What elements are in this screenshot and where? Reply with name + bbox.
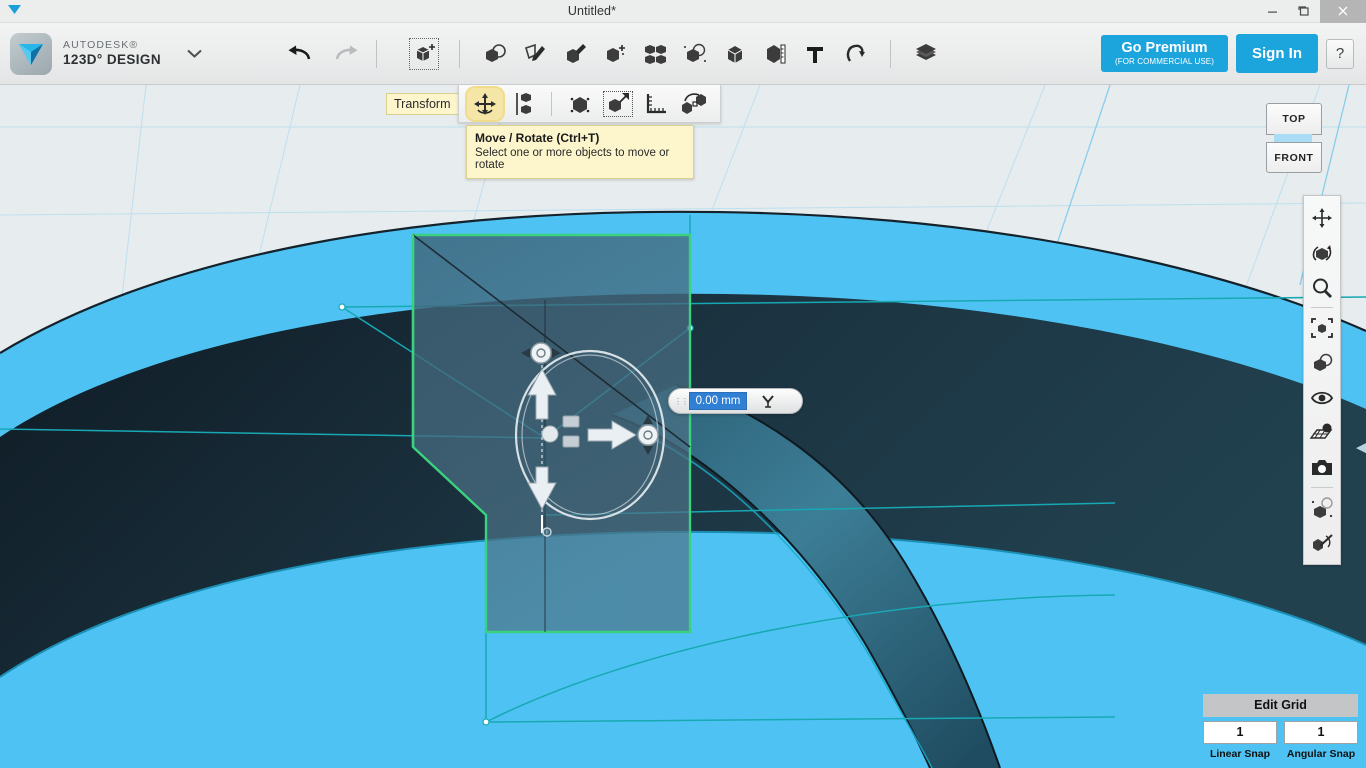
dimension-input-widget[interactable]: ⋮⋮ 0.00 mm	[668, 388, 803, 414]
navigation-bar	[1303, 195, 1341, 565]
nav-zoom[interactable]	[1304, 270, 1340, 305]
tool-pattern[interactable]	[636, 34, 674, 74]
angular-snap-group: 1 Angular Snap	[1284, 721, 1358, 760]
nav-divider-2	[1311, 487, 1333, 488]
window-controls	[1256, 0, 1366, 23]
tool-text[interactable]	[796, 34, 834, 74]
history-buttons	[284, 39, 362, 69]
dimension-value-input[interactable]: 0.00 mm	[689, 392, 747, 410]
nav-hide[interactable]	[1304, 490, 1340, 525]
linear-snap-group: 1 Linear Snap	[1203, 721, 1277, 760]
window-title: Untitled*	[28, 4, 1256, 18]
nav-pan[interactable]	[1304, 200, 1340, 235]
tooltip-title: Move / Rotate (Ctrl+T)	[475, 131, 685, 145]
app-caret-icon[interactable]	[0, 5, 28, 17]
subtoolbar-divider	[551, 92, 552, 116]
chevron-down-icon[interactable]	[187, 46, 202, 61]
tool-divider-1	[459, 40, 460, 68]
tool-sketch[interactable]	[516, 34, 554, 74]
nav-grid-snap[interactable]	[1304, 415, 1340, 450]
brand-company: AUTODESK®	[63, 40, 161, 52]
maximize-button[interactable]	[1288, 0, 1320, 23]
close-button[interactable]	[1320, 0, 1366, 23]
subtool-move-rotate[interactable]	[467, 88, 503, 120]
brand-text: AUTODESK® 123D° DESIGN	[63, 40, 161, 67]
subtool-smart-scale[interactable]	[562, 88, 598, 120]
tool-primitives[interactable]	[405, 34, 443, 74]
sign-in-button[interactable]: Sign In	[1236, 34, 1318, 73]
go-premium-label: Go Premium	[1115, 41, 1214, 56]
nav-display[interactable]	[1304, 380, 1340, 415]
viewport-3d[interactable]: Transform	[0, 85, 1366, 768]
brand-product: 123D° DESIGN	[63, 52, 161, 67]
tool-modify[interactable]	[596, 34, 634, 74]
model-scene	[0, 85, 1366, 768]
subtool-measure[interactable]	[638, 88, 674, 120]
linear-snap-input[interactable]: 1	[1203, 721, 1277, 744]
go-premium-sublabel: (FOR COMMERCIAL USE)	[1115, 58, 1214, 66]
tool-construct[interactable]	[556, 34, 594, 74]
panel-collapse-arrow-icon[interactable]: ◀	[1356, 437, 1366, 459]
redo-button[interactable]	[332, 39, 362, 69]
account-actions: Go Premium (FOR COMMERCIAL USE) Sign In …	[1101, 34, 1366, 73]
go-premium-button[interactable]: Go Premium (FOR COMMERCIAL USE)	[1101, 35, 1228, 72]
nav-orbit[interactable]	[1304, 235, 1340, 270]
brand-area[interactable]: AUTODESK® 123D° DESIGN	[0, 33, 202, 75]
tool-grouping[interactable]	[676, 34, 714, 74]
view-cube[interactable]: TOP FRONT	[1266, 103, 1328, 175]
subtool-align[interactable]	[505, 88, 541, 120]
linear-snap-label: Linear Snap	[1203, 748, 1277, 760]
tool-divider-2	[890, 40, 891, 68]
tool-transform[interactable]	[716, 34, 754, 74]
main-toolbar: AUTODESK® 123D° DESIGN	[0, 23, 1366, 85]
title-bar: Untitled*	[0, 0, 1366, 23]
tool-group-primary	[405, 34, 945, 74]
angular-snap-label: Angular Snap	[1284, 748, 1358, 760]
tooltip-description: Select one or more objects to move or ro…	[475, 147, 685, 171]
view-cube-top[interactable]: TOP	[1266, 103, 1322, 135]
subtool-scale[interactable]	[600, 88, 636, 120]
edit-grid-panel: Edit Grid 1 Linear Snap 1 Angular Snap	[1203, 694, 1358, 760]
subtool-pattern[interactable]	[676, 88, 712, 120]
nav-divider-1	[1311, 307, 1333, 308]
drag-grip-icon[interactable]: ⋮⋮	[673, 397, 689, 406]
angular-snap-input[interactable]: 1	[1284, 721, 1358, 744]
tool-snap[interactable]	[836, 34, 874, 74]
help-button[interactable]: ?	[1326, 39, 1354, 69]
tooltip: Move / Rotate (Ctrl+T) Select one or mor…	[466, 125, 694, 179]
toolbar-divider	[376, 40, 377, 68]
transform-label: Transform	[386, 93, 459, 115]
app-root: Untitled*	[0, 0, 1366, 768]
minimize-button[interactable]	[1256, 0, 1288, 23]
lock-icon[interactable]	[753, 392, 783, 410]
nav-show-all[interactable]	[1304, 525, 1340, 560]
nav-camera[interactable]	[1304, 450, 1340, 485]
tool-materials[interactable]	[907, 34, 945, 74]
view-cube-front[interactable]: FRONT	[1266, 142, 1322, 173]
autodesk-logo-icon	[10, 33, 52, 75]
edit-grid-title[interactable]: Edit Grid	[1203, 694, 1358, 717]
undo-button[interactable]	[284, 39, 314, 69]
transform-sub-toolbar	[458, 85, 721, 123]
edit-grid-inputs: 1 Linear Snap 1 Angular Snap	[1203, 721, 1358, 760]
tool-combine[interactable]	[476, 34, 514, 74]
nav-fit[interactable]	[1304, 310, 1340, 345]
nav-view-settings[interactable]	[1304, 345, 1340, 380]
tool-measure[interactable]	[756, 34, 794, 74]
